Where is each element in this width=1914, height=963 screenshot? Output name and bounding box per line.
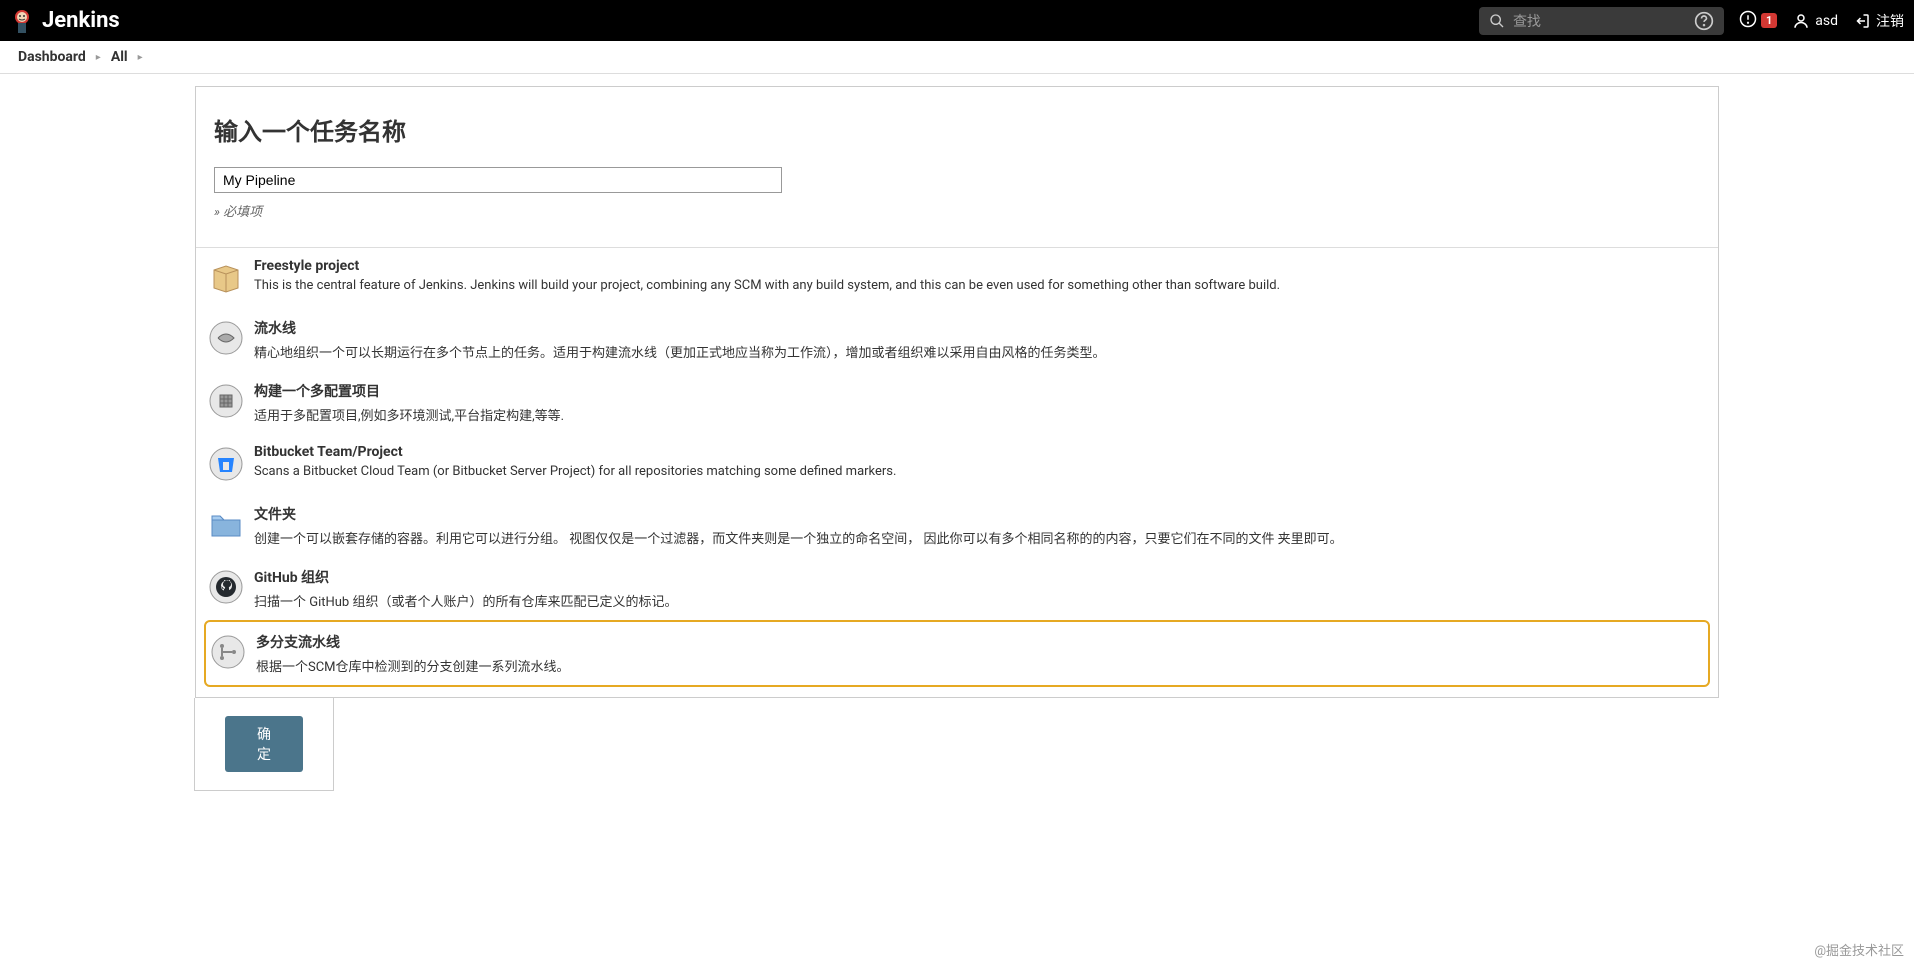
item-pipeline[interactable]: 流水线 精心地组织一个可以长期运行在多个节点上的任务。适用于构建流水线（更加正式… — [204, 308, 1710, 371]
folder-icon — [206, 504, 246, 544]
chevron-right-icon: ▸ — [96, 52, 101, 63]
item-title: 文件夹 — [254, 504, 1708, 524]
item-multiconfig[interactable]: 构建一个多配置项目 适用于多配置项目,例如多环境测试,平台指定构建,等等. — [204, 371, 1710, 434]
item-name-input[interactable] — [214, 167, 782, 193]
search-icon — [1489, 13, 1505, 29]
brand-text: Jenkins — [42, 8, 120, 33]
multibranch-icon — [208, 632, 248, 672]
submit-button[interactable]: 确定 — [225, 716, 303, 772]
item-title: 流水线 — [254, 318, 1708, 338]
help-icon[interactable] — [1694, 11, 1714, 31]
item-text: Bitbucket Team/Project Scans a Bitbucket… — [254, 444, 1708, 479]
item-title: GitHub 组织 — [254, 567, 1708, 587]
item-desc: 适用于多配置项目,例如多环境测试,平台指定构建,等等. — [254, 405, 1708, 424]
item-freestyle[interactable]: Freestyle project This is the central fe… — [204, 248, 1710, 308]
watermark: @掘金技术社区 — [1814, 940, 1904, 959]
main-content: 输入一个任务名称 » 必填项 Freestyle project This is… — [0, 74, 1914, 811]
logout-label: 注销 — [1876, 11, 1904, 31]
freestyle-icon — [206, 258, 246, 298]
item-title: Freestyle project — [254, 258, 1708, 274]
item-github[interactable]: GitHub 组织 扫描一个 GitHub 组织（或者个人账户）的所有仓库来匹配… — [204, 557, 1710, 620]
item-title: 多分支流水线 — [256, 632, 1706, 652]
form-box: 输入一个任务名称 » 必填项 Freestyle project This is… — [195, 86, 1719, 698]
item-desc: Scans a Bitbucket Cloud Team (or Bitbuck… — [254, 464, 1708, 479]
item-desc: 扫描一个 GitHub 组织（或者个人账户）的所有仓库来匹配已定义的标记。 — [254, 591, 1708, 610]
item-multibranch[interactable]: 多分支流水线 根据一个SCM仓库中检测到的分支创建一系列流水线。 — [204, 620, 1710, 687]
logout-icon — [1853, 12, 1871, 30]
bitbucket-icon — [206, 444, 246, 484]
pipeline-icon — [206, 318, 246, 358]
page-title: 输入一个任务名称 — [214, 112, 1700, 147]
github-icon — [206, 567, 246, 607]
item-list: Freestyle project This is the central fe… — [196, 248, 1718, 697]
chevron-right-icon: ▸ — [138, 52, 143, 63]
user-link[interactable]: asd — [1792, 12, 1838, 30]
form-header: 输入一个任务名称 » 必填项 — [196, 87, 1718, 235]
search-input[interactable] — [1513, 13, 1694, 29]
item-title: 构建一个多配置项目 — [254, 381, 1708, 401]
user-icon — [1792, 12, 1810, 30]
top-header: Jenkins — [0, 0, 1914, 41]
footer-box: 确定 — [194, 698, 334, 791]
breadcrumb-all[interactable]: All — [111, 49, 128, 65]
item-text: 流水线 精心地组织一个可以长期运行在多个节点上的任务。适用于构建流水线（更加正式… — [254, 318, 1708, 361]
item-text: GitHub 组织 扫描一个 GitHub 组织（或者个人账户）的所有仓库来匹配… — [254, 567, 1708, 610]
logo-area[interactable]: Jenkins — [10, 7, 120, 35]
logout-link[interactable]: 注销 — [1853, 11, 1904, 31]
item-desc: This is the central feature of Jenkins. … — [254, 278, 1708, 293]
breadcrumb-dashboard[interactable]: Dashboard — [18, 49, 86, 65]
breadcrumbs: Dashboard ▸ All ▸ — [0, 41, 1914, 74]
item-bitbucket[interactable]: Bitbucket Team/Project Scans a Bitbucket… — [204, 434, 1710, 494]
item-text: Freestyle project This is the central fe… — [254, 258, 1708, 293]
item-desc: 根据一个SCM仓库中检测到的分支创建一系列流水线。 — [256, 656, 1706, 675]
alert-badge: 1 — [1761, 13, 1777, 28]
item-text: 文件夹 创建一个可以嵌套存储的容器。利用它可以进行分组。 视图仅仅是一个过滤器，… — [254, 504, 1708, 547]
jenkins-logo-icon — [10, 7, 34, 35]
item-title: Bitbucket Team/Project — [254, 444, 1708, 460]
user-name: asd — [1815, 13, 1838, 29]
item-text: 构建一个多配置项目 适用于多配置项目,例如多环境测试,平台指定构建,等等. — [254, 381, 1708, 424]
search-box[interactable] — [1479, 7, 1724, 35]
header-right: 1 asd 注销 — [1479, 7, 1904, 35]
item-desc: 创建一个可以嵌套存储的容器。利用它可以进行分组。 视图仅仅是一个过滤器，而文件夹… — [254, 528, 1708, 547]
item-folder[interactable]: 文件夹 创建一个可以嵌套存储的容器。利用它可以进行分组。 视图仅仅是一个过滤器，… — [204, 494, 1710, 557]
required-note: » 必填项 — [214, 201, 1700, 220]
item-desc: 精心地组织一个可以长期运行在多个节点上的任务。适用于构建流水线（更加正式地应当称… — [254, 342, 1708, 361]
alert-area[interactable]: 1 — [1739, 10, 1777, 32]
alert-icon — [1739, 10, 1757, 32]
multiconfig-icon — [206, 381, 246, 421]
item-text: 多分支流水线 根据一个SCM仓库中检测到的分支创建一系列流水线。 — [256, 632, 1706, 675]
